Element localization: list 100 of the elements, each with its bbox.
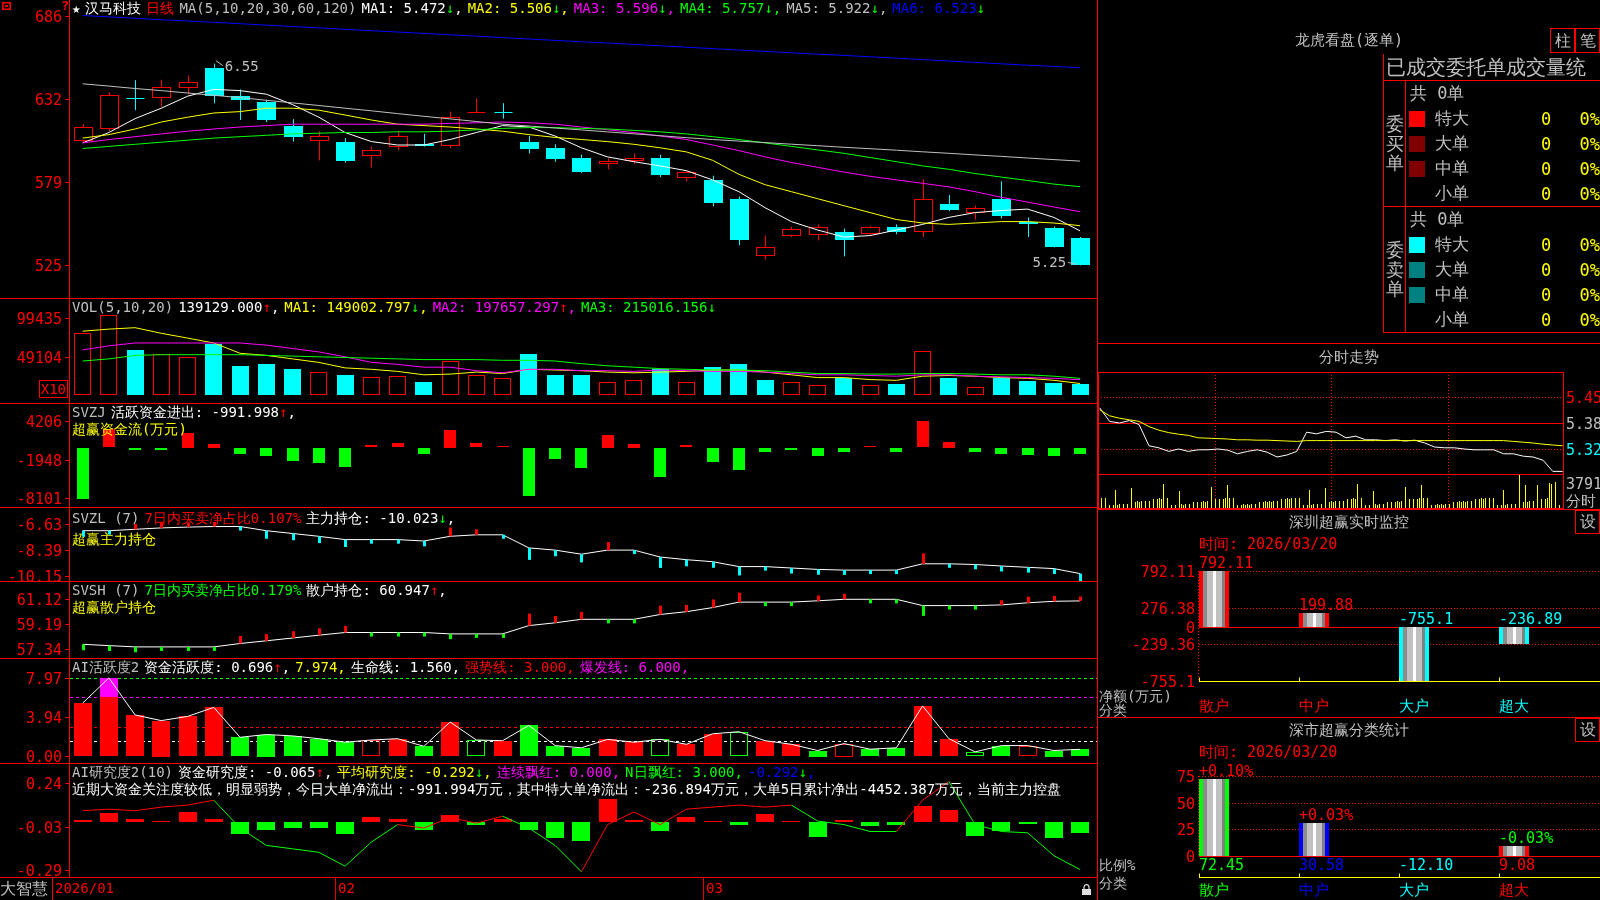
order-total: 共 0单 (1409, 208, 1466, 231)
change-label: +0.03% (1299, 806, 1354, 824)
panel-title: 龙虎看盘(逐单) (1293, 31, 1405, 50)
value-label: 9.08 (1499, 856, 1536, 874)
axis-label: -8101 (16, 489, 62, 507)
order-count: 0 (1539, 234, 1553, 255)
side-label: 委买单 (1385, 113, 1404, 174)
axis-label: 50 (1176, 794, 1195, 813)
indicator-text: MA5: 5.922↓, (786, 0, 888, 17)
value-label: 199.88 (1299, 596, 1354, 614)
axis-label: 0 (1185, 847, 1195, 866)
change-label: -0.03% (1499, 829, 1554, 847)
order-percent: 0% (1578, 183, 1600, 204)
indicator-text: 平均研究度: -0.292↓, (337, 764, 492, 781)
indicator-text: MA2: 197657.297↑, (432, 299, 576, 316)
indicator-text: 近期大资金关注度较低，明显弱势，今日大单净流出：-991.994万元，其中特大单净流出：-236.894万元，大单5日累计净出-4452.387万元，当前主力控盘 (72, 781, 1062, 798)
axis-label: -755.1 (1140, 672, 1195, 691)
axis-label: 4206 (25, 412, 62, 431)
settings-button[interactable]: 设 (1575, 718, 1600, 742)
axis-label: 0.00 (25, 747, 62, 763)
axis-label: 0.24 (25, 774, 62, 793)
order-size-label: 小单 (1435, 308, 1470, 331)
axis-label: 0 (1185, 618, 1195, 637)
order-percent: 0% (1578, 108, 1600, 129)
axis-title: 比例% (1099, 857, 1136, 873)
side-label: 委卖单 (1385, 239, 1404, 300)
indicator-text: 超赢散户持仓 (72, 599, 156, 616)
axis-label: 49104 (16, 348, 62, 367)
value-label: 72.45 (1199, 856, 1245, 874)
axis-label: 3.94 (25, 708, 62, 727)
date-label: 2026/01 (52, 878, 114, 900)
axis-label: 525 (34, 256, 62, 275)
axis-label: -8.39 (16, 541, 62, 560)
order-size-label: 中单 (1435, 283, 1470, 306)
order-size-label: 大单 (1435, 132, 1470, 155)
axis-label: -10.15 (7, 567, 62, 581)
order-percent: 0% (1578, 309, 1600, 330)
indicator-text: VOL(5,10,20) (72, 299, 174, 316)
axis-label: 686 (34, 7, 62, 26)
order-size-label: 特大 (1435, 107, 1470, 130)
table-title: 已成交委托单成交量统 (1384, 54, 1600, 81)
category-label: 大户 (1399, 881, 1429, 899)
category-label: 大户 (1399, 697, 1429, 715)
axis-label: 59.19 (16, 615, 62, 634)
axis-label: 632 (34, 90, 62, 109)
time-label: 时间: 2026/03/20 (1199, 743, 1338, 761)
axis-title: 分类 (1099, 875, 1127, 891)
axis-label: 7.97 (25, 669, 62, 688)
axis-label: 99435 (16, 309, 62, 328)
chart-mode-label: 分时 (1566, 492, 1596, 509)
date-label: 03 (703, 878, 723, 900)
unit-multiplier: X10 (38, 380, 68, 398)
value-label: -236.89 (1499, 610, 1563, 628)
view-mode-button[interactable]: 笔 (1575, 28, 1600, 53)
indicator-text: N日飘红: 3.000, (625, 764, 743, 781)
axis-label: 276.38 (1140, 599, 1195, 618)
indicator-text: 超赢主力持仓 (72, 530, 156, 549)
order-percent: 0% (1578, 133, 1600, 154)
indicator-text: SVSH (7) (72, 582, 140, 599)
indicator-text: MA1: 149002.797↓, (284, 299, 428, 316)
indicator-text: 爆发线: 6.000, (579, 659, 690, 676)
category-label: 超大 (1499, 697, 1529, 715)
axis-label: 57.34 (16, 640, 62, 658)
indicator-text: 连续飘红: 0.000, (496, 764, 621, 781)
indicator-text: 7日内买卖净占比0.107% (144, 509, 302, 528)
value-label: -12.10 (1399, 856, 1454, 874)
value-label: -755.1 (1399, 610, 1454, 628)
bar-shading (1503, 627, 1525, 644)
axis-label: -1948 (16, 451, 62, 470)
order-percent: 0% (1578, 259, 1600, 280)
indicator-text: SVZJ (72, 404, 106, 421)
axis-title: 净额(万元) (1099, 688, 1172, 704)
indicator-text: MA4: 5.757↓, (679, 0, 782, 17)
panel-title: 深市超赢分类统计 (1288, 721, 1410, 740)
indicator-text: AI研究度2(10) (72, 764, 173, 781)
axis-label: 579 (34, 173, 62, 192)
view-mode-button[interactable]: 柱 (1550, 28, 1575, 53)
window-icon[interactable] (2, 2, 11, 10)
indicator-text: MA3: 215016.156↓ (580, 299, 716, 316)
settings-button[interactable]: 设 (1575, 510, 1600, 534)
indicator-text: 主力持仓: -10.023↓, (306, 509, 456, 528)
axis-label: -239.36 (1131, 635, 1195, 654)
indicator-text: SVZL (7) (72, 509, 140, 528)
bar-shading (1303, 613, 1325, 627)
order-count: 0 (1539, 183, 1553, 204)
help-mark[interactable]: ? (61, 0, 69, 12)
axis-label: 5.32 (1566, 440, 1600, 459)
price-label: 6.55 (224, 57, 259, 74)
panel-title: 分时走势 (1318, 347, 1380, 368)
value-label: 30.58 (1299, 856, 1345, 874)
axis-label: 792.11 (1140, 562, 1195, 581)
indicator-text: 资金活跃度: 0.696↑, (144, 659, 291, 676)
order-count: 0 (1539, 108, 1553, 129)
indicator-text: 强势线: 3.000, (465, 659, 575, 676)
axis-label: 5.45 (1566, 388, 1600, 407)
indicator-text: MA(5,10,20,30,60,120) (179, 0, 357, 17)
indicator-text: -0.292↓, (747, 764, 816, 781)
category-label: 中户 (1299, 697, 1329, 715)
indicator-text: AI活跃度2 (72, 659, 140, 676)
category-label: 中户 (1299, 881, 1329, 899)
